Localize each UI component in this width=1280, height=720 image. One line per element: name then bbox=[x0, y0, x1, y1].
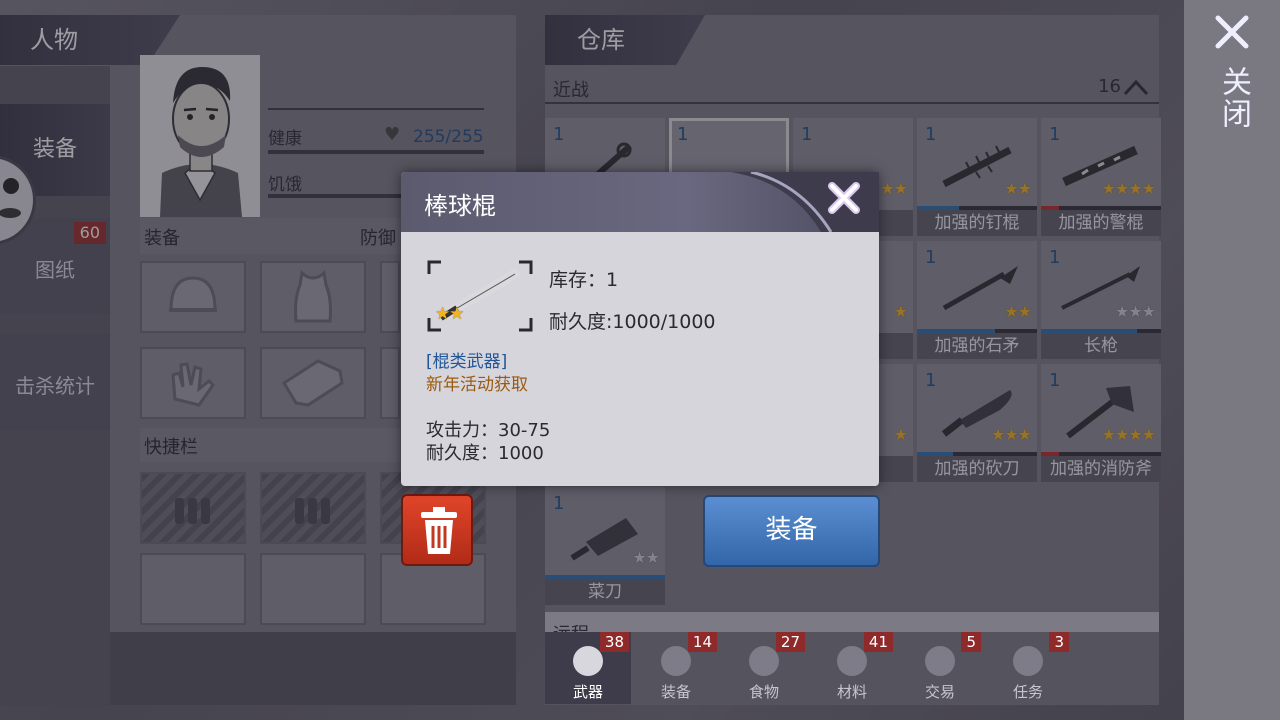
tab-label: 交易 bbox=[924, 683, 955, 701]
tab-food[interactable]: 27 食物 bbox=[721, 632, 807, 704]
tab-quest[interactable]: 3 任务 bbox=[985, 632, 1071, 704]
trade-tab-icon bbox=[925, 646, 955, 676]
equipment-tab-icon bbox=[661, 646, 691, 676]
popup-durability: 耐久度：1000 bbox=[426, 443, 544, 464]
popup-star-rating: ★★ bbox=[435, 304, 465, 324]
tab-badge: 41 bbox=[863, 632, 893, 652]
equip-button[interactable]: 装备 bbox=[703, 495, 880, 567]
tab-label: 装备 bbox=[660, 683, 691, 701]
trash-icon bbox=[421, 507, 457, 554]
tab-weapon[interactable]: 38 武器 bbox=[545, 632, 631, 704]
close-icon[interactable] bbox=[1214, 14, 1250, 50]
food-tab-icon bbox=[749, 646, 779, 676]
tab-label: 任务 bbox=[1012, 683, 1043, 701]
tab-material[interactable]: 41 材料 bbox=[809, 632, 895, 704]
popup-stock: 库存：1 bbox=[549, 269, 619, 291]
tab-label: 食物 bbox=[748, 683, 779, 701]
tab-badge: 38 bbox=[599, 632, 629, 652]
popup-category: [棍类武器] bbox=[426, 352, 508, 372]
popup-title: 棒球棍 bbox=[424, 192, 496, 220]
quest-tab-icon bbox=[1013, 646, 1043, 676]
material-tab-icon bbox=[837, 646, 867, 676]
tab-label: 武器 bbox=[572, 683, 603, 701]
popup-source: 新年活动获取 bbox=[426, 375, 528, 395]
discard-button[interactable] bbox=[401, 494, 473, 566]
tab-equipment[interactable]: 14 装备 bbox=[633, 632, 719, 704]
tab-badge: 3 bbox=[1049, 632, 1069, 652]
popup-close-icon[interactable] bbox=[826, 180, 862, 216]
tab-badge: 5 bbox=[961, 632, 981, 652]
category-ranged-row[interactable]: 远程 bbox=[545, 612, 1159, 632]
tab-trade[interactable]: 5 交易 bbox=[897, 632, 983, 704]
tab-label: 材料 bbox=[836, 683, 867, 701]
tab-badge: 14 bbox=[687, 632, 717, 652]
popup-durability-line: 耐久度:1000/1000 bbox=[549, 311, 716, 333]
tab-badge: 27 bbox=[775, 632, 805, 652]
popup-item-preview: ★★ bbox=[427, 260, 533, 332]
weapon-tab-icon bbox=[573, 646, 603, 676]
close-label[interactable]: 关闭 bbox=[1216, 66, 1251, 130]
category-ranged-label: 远程 bbox=[553, 620, 589, 632]
